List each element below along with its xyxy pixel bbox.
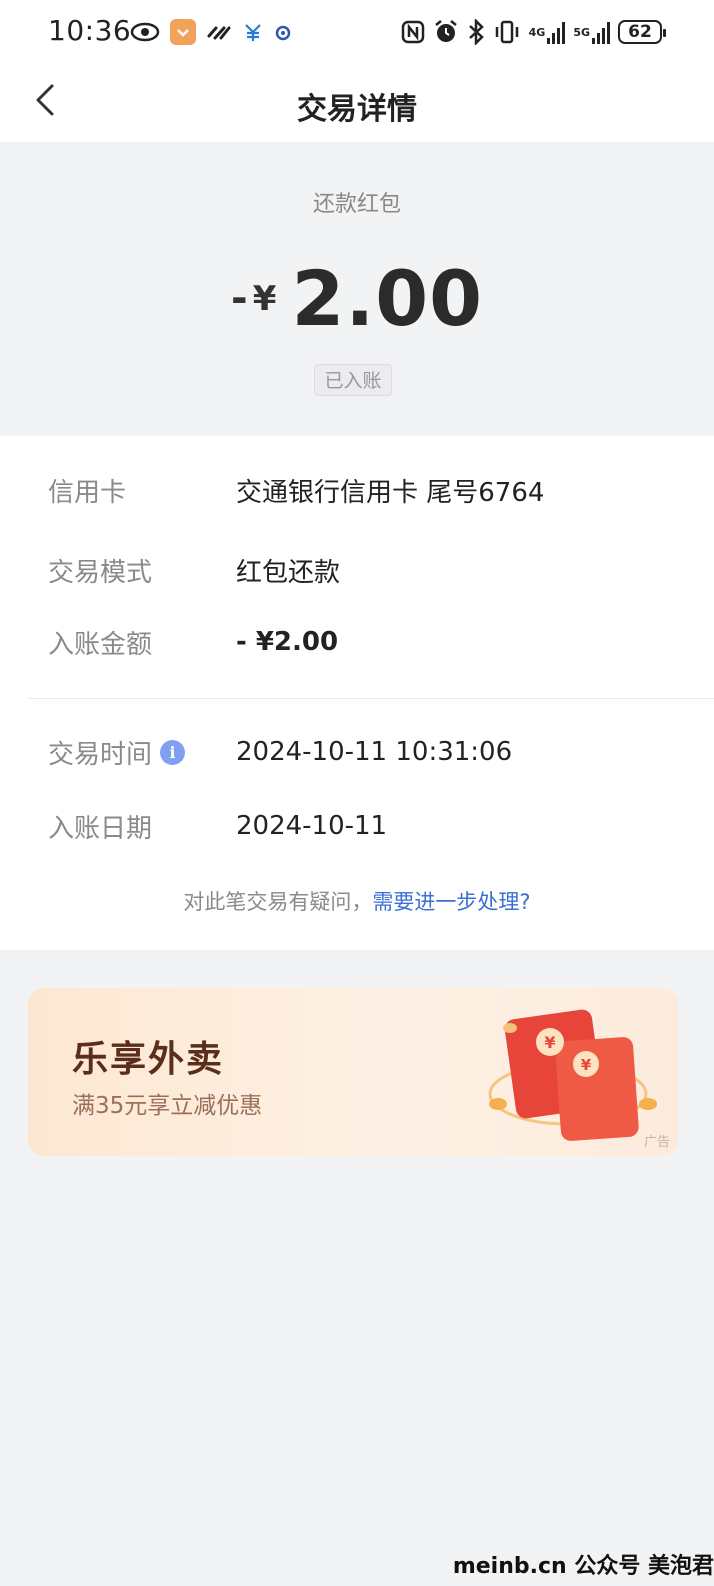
detail-row-time: 交易时间 i 2024-10-11 10:31:06 xyxy=(48,732,512,772)
net-5g-label: 5G xyxy=(573,25,590,39)
app-icon xyxy=(274,18,292,46)
status-left-icons xyxy=(130,18,292,46)
mode-label: 交易模式 xyxy=(48,557,153,588)
divider xyxy=(28,698,714,699)
status-badge: 已入账 xyxy=(314,364,392,396)
detail-row-card: 信用卡 交通银行信用卡 尾号6764 xyxy=(48,470,544,510)
signal-4g-icon: 4G xyxy=(529,18,566,46)
info-icon[interactable]: i xyxy=(160,739,186,765)
net-4g-label: 4G xyxy=(528,25,546,39)
ad-label: 广告 xyxy=(643,1135,670,1150)
date-value: 2024-10-11 xyxy=(236,811,388,841)
amount-sign: - xyxy=(231,275,248,322)
currency-symbol: ¥ xyxy=(252,278,277,319)
card-value: 交通银行信用卡 尾号6764 xyxy=(236,477,545,508)
nav-bar: 交易详情 xyxy=(0,66,714,142)
page-title: 交易详情 xyxy=(297,92,417,127)
details-card: 信用卡 交通银行信用卡 尾号6764 交易模式 红包还款 入账金额 - ¥2.0… xyxy=(0,436,714,950)
transaction-type: 还款红包 xyxy=(312,192,401,217)
time-label-group: 交易时间 i xyxy=(48,734,236,771)
further-processing-link[interactable]: 需要进一步处理? xyxy=(372,890,530,914)
signal-5g-icon: 5G xyxy=(573,18,610,46)
banner-subtitle: 满35元享立减优惠 xyxy=(72,1093,263,1119)
nfc-icon xyxy=(401,18,425,46)
watermark: meinb.cn 公众号 美泡君 xyxy=(452,1554,714,1579)
amount-summary: 还款红包 - ¥ 2.00 已入账 xyxy=(0,142,714,436)
detail-row-date: 入账日期 2024-10-11 xyxy=(48,806,387,846)
status-time: 10:36 xyxy=(48,14,132,47)
battery-icon: 62 xyxy=(618,20,666,44)
card-label: 信用卡 xyxy=(48,477,127,508)
promo-banner[interactable]: 乐享外卖 满35元享立减优惠 ¥ ¥ 广告 xyxy=(28,988,678,1156)
status-bar: 10:36 4G 5G 62 xyxy=(0,0,714,66)
mode-value: 红包还款 xyxy=(236,557,341,588)
time-label: 交易时间 xyxy=(48,739,153,770)
payment-icon xyxy=(242,18,264,46)
time-value: 2024-10-11 10:31:06 xyxy=(236,737,513,767)
date-label: 入账日期 xyxy=(48,813,153,844)
eye-icon xyxy=(130,18,160,46)
amount-label: 入账金额 xyxy=(48,629,153,660)
alarm-icon xyxy=(433,18,459,46)
app-badge-icon xyxy=(170,19,196,45)
amount-value: 2.00 xyxy=(291,254,483,343)
posted-amount-value: - ¥2.00 xyxy=(236,627,339,657)
svg-text:¥: ¥ xyxy=(544,1033,555,1052)
help-line: 对此笔交易有疑问，需要进一步处理? xyxy=(0,886,714,916)
bluetooth-icon xyxy=(467,18,485,46)
detail-row-mode: 交易模式 红包还款 xyxy=(48,550,340,590)
red-envelope-icon: ¥ ¥ xyxy=(488,1009,657,1141)
svg-text:¥: ¥ xyxy=(581,1056,592,1074)
signal-bars-icon xyxy=(547,20,566,44)
link-icon xyxy=(206,18,232,46)
status-right-icons: 4G 5G 62 xyxy=(401,18,666,46)
vibrate-icon xyxy=(493,18,521,46)
signal-bars-icon xyxy=(592,20,610,44)
amount-display: - ¥ 2.00 xyxy=(0,254,714,343)
help-text: 对此笔交易有疑问， xyxy=(183,890,373,914)
banner-title: 乐享外卖 xyxy=(72,1039,225,1080)
detail-row-amount: 入账金额 - ¥2.00 xyxy=(48,622,338,662)
